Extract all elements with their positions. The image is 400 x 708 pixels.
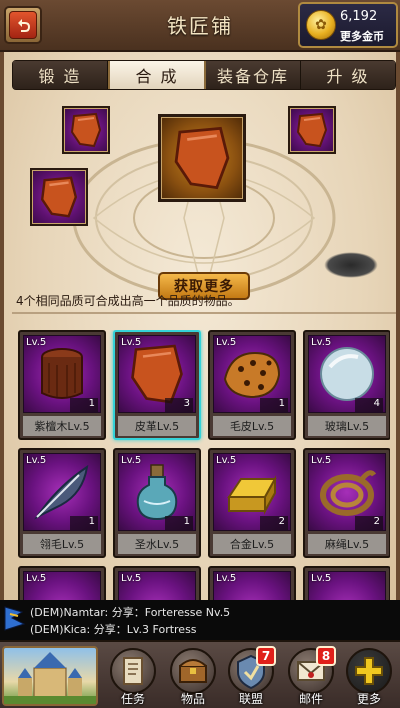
item-card[interactable]: Lv.5 3 皮革Lv.5 (113, 330, 201, 440)
treasure-chest-icon (170, 648, 216, 694)
nav-alliance-label: 联盟 (238, 692, 263, 706)
castle-icon (4, 652, 96, 704)
plus-icon (346, 648, 392, 694)
item-card[interactable]: Lv.5 1 毛皮Lv.5 (208, 330, 296, 440)
chat-message: (DEM)Kica: 分享：Lv.3 Fortress (30, 623, 197, 636)
item-level: Lv.5 (121, 455, 142, 466)
chat-message: (DEM)Namtar: 分享：Forteresse Nv.5 (30, 606, 231, 619)
combine-hint: 4个相同品质可合成出高一个品质的物品。 (16, 294, 240, 308)
item-card[interactable]: Lv.5 (18, 566, 106, 600)
item-quantity: 1 (260, 398, 288, 412)
nav-quests[interactable]: 任务 (104, 644, 162, 708)
tab-bar: 锻 造 合 成 装备仓库 升 级 (12, 60, 396, 90)
page-title: 铁匠铺 (167, 14, 233, 38)
item-name: 麻绳Lv.5 (308, 534, 386, 554)
item-card[interactable]: Lv.5 4 玻璃Lv.5 (303, 330, 390, 440)
leather-icon (70, 112, 102, 148)
chat-flag-icon (4, 606, 26, 631)
item-level: Lv.5 (311, 455, 332, 466)
item-name: 玻璃Lv.5 (308, 416, 386, 436)
tab-combine[interactable]: 合 成 (108, 61, 206, 89)
gold-panel[interactable]: ✿ 6,192 更多金币 (298, 2, 398, 48)
nav-more-label: 更多 (356, 692, 381, 706)
item-name: 皮革Lv.5 (118, 416, 196, 436)
tab-equipment-storage[interactable]: 装备仓库 (206, 61, 301, 89)
nav-alliance[interactable]: 7 联盟 (222, 644, 280, 708)
item-quantity: 3 (165, 398, 193, 412)
item-card[interactable]: Lv.5 (113, 566, 201, 600)
item-quantity: 2 (260, 516, 288, 530)
quest-scroll-icon (110, 648, 156, 694)
bottom-nav: 任务 物品 7 联盟 8 邮件 更多 (0, 640, 400, 708)
shadow-decoration (324, 252, 378, 278)
result-slot[interactable] (158, 114, 246, 202)
nav-more[interactable]: 更多 (340, 644, 398, 708)
alliance-notification-badge: 7 (256, 646, 276, 666)
leather-icon (40, 176, 78, 218)
divider (12, 312, 396, 314)
item-level: Lv.5 (216, 455, 237, 466)
gold-amount: 6,192 (340, 9, 378, 24)
item-quantity: 1 (70, 516, 98, 530)
item-name: 翎毛Lv.5 (23, 534, 101, 554)
more-gold-button[interactable]: 更多金币 (340, 28, 384, 44)
top-bar: 铁匠铺 ✿ 6,192 更多金币 (0, 0, 400, 52)
combine-area: 获取更多 (24, 98, 384, 308)
item-card[interactable]: Lv.5 2 合金Lv.5 (208, 448, 296, 558)
item-grid: Lv.5 1 紫檀木Lv.5 Lv.5 3 皮革Lv.5 Lv.5 1 毛皮Lv.5 Lv.5 4 玻… (18, 330, 390, 600)
item-quantity: 1 (70, 398, 98, 412)
back-arrow-icon (9, 11, 37, 39)
tab-forge[interactable]: 锻 造 (13, 61, 108, 89)
main-panel: 锻 造 合 成 装备仓库 升 级 获取更多 4个相同品质可合成出高一个品质的物品… (0, 52, 400, 600)
item-card[interactable]: Lv.5 (303, 566, 390, 600)
item-quantity: 4 (355, 398, 383, 412)
item-level: Lv.5 (26, 337, 47, 348)
material-slot-top-left[interactable] (62, 106, 110, 154)
nav-items-label: 物品 (180, 692, 205, 706)
item-name: 毛皮Lv.5 (213, 416, 291, 436)
item-name: 合金Lv.5 (213, 534, 291, 554)
item-name: 紫檀木Lv.5 (23, 416, 101, 436)
item-level: Lv.5 (121, 573, 142, 584)
gold-coin-icon: ✿ (306, 10, 336, 40)
mail-notification-badge: 8 (316, 646, 336, 666)
tab-upgrade[interactable]: 升 级 (301, 61, 395, 89)
item-level: Lv.5 (121, 337, 142, 348)
item-card[interactable]: Lv.5 1 翎毛Lv.5 (18, 448, 106, 558)
item-level: Lv.5 (216, 573, 237, 584)
item-level: Lv.5 (216, 337, 237, 348)
item-quantity: 1 (165, 516, 193, 530)
item-card[interactable]: Lv.5 1 紫檀木Lv.5 (18, 330, 106, 440)
item-card[interactable]: Lv.5 (208, 566, 296, 600)
item-level: Lv.5 (311, 573, 332, 584)
nav-quests-label: 任务 (120, 692, 145, 706)
item-level: Lv.5 (26, 573, 47, 584)
material-slot-bottom-left[interactable] (30, 168, 88, 226)
material-slot-top-right[interactable] (288, 106, 336, 154)
chat-bar[interactable]: (DEM)Namtar: 分享：Forteresse Nv.5 (DEM)Kic… (0, 600, 400, 640)
back-button[interactable] (4, 6, 42, 44)
leather-icon (296, 112, 328, 148)
nav-mail-label: 邮件 (298, 692, 323, 706)
item-quantity: 2 (355, 516, 383, 530)
nav-mail[interactable]: 8 邮件 (282, 644, 340, 708)
city-button[interactable] (2, 646, 98, 706)
item-level: Lv.5 (26, 455, 47, 466)
item-card[interactable]: Lv.5 2 麻绳Lv.5 (303, 448, 390, 558)
nav-items[interactable]: 物品 (164, 644, 222, 708)
item-level: Lv.5 (311, 337, 332, 348)
leather-icon (174, 126, 230, 190)
item-name: 圣水Lv.5 (118, 534, 196, 554)
item-card[interactable]: Lv.5 1 圣水Lv.5 (113, 448, 201, 558)
